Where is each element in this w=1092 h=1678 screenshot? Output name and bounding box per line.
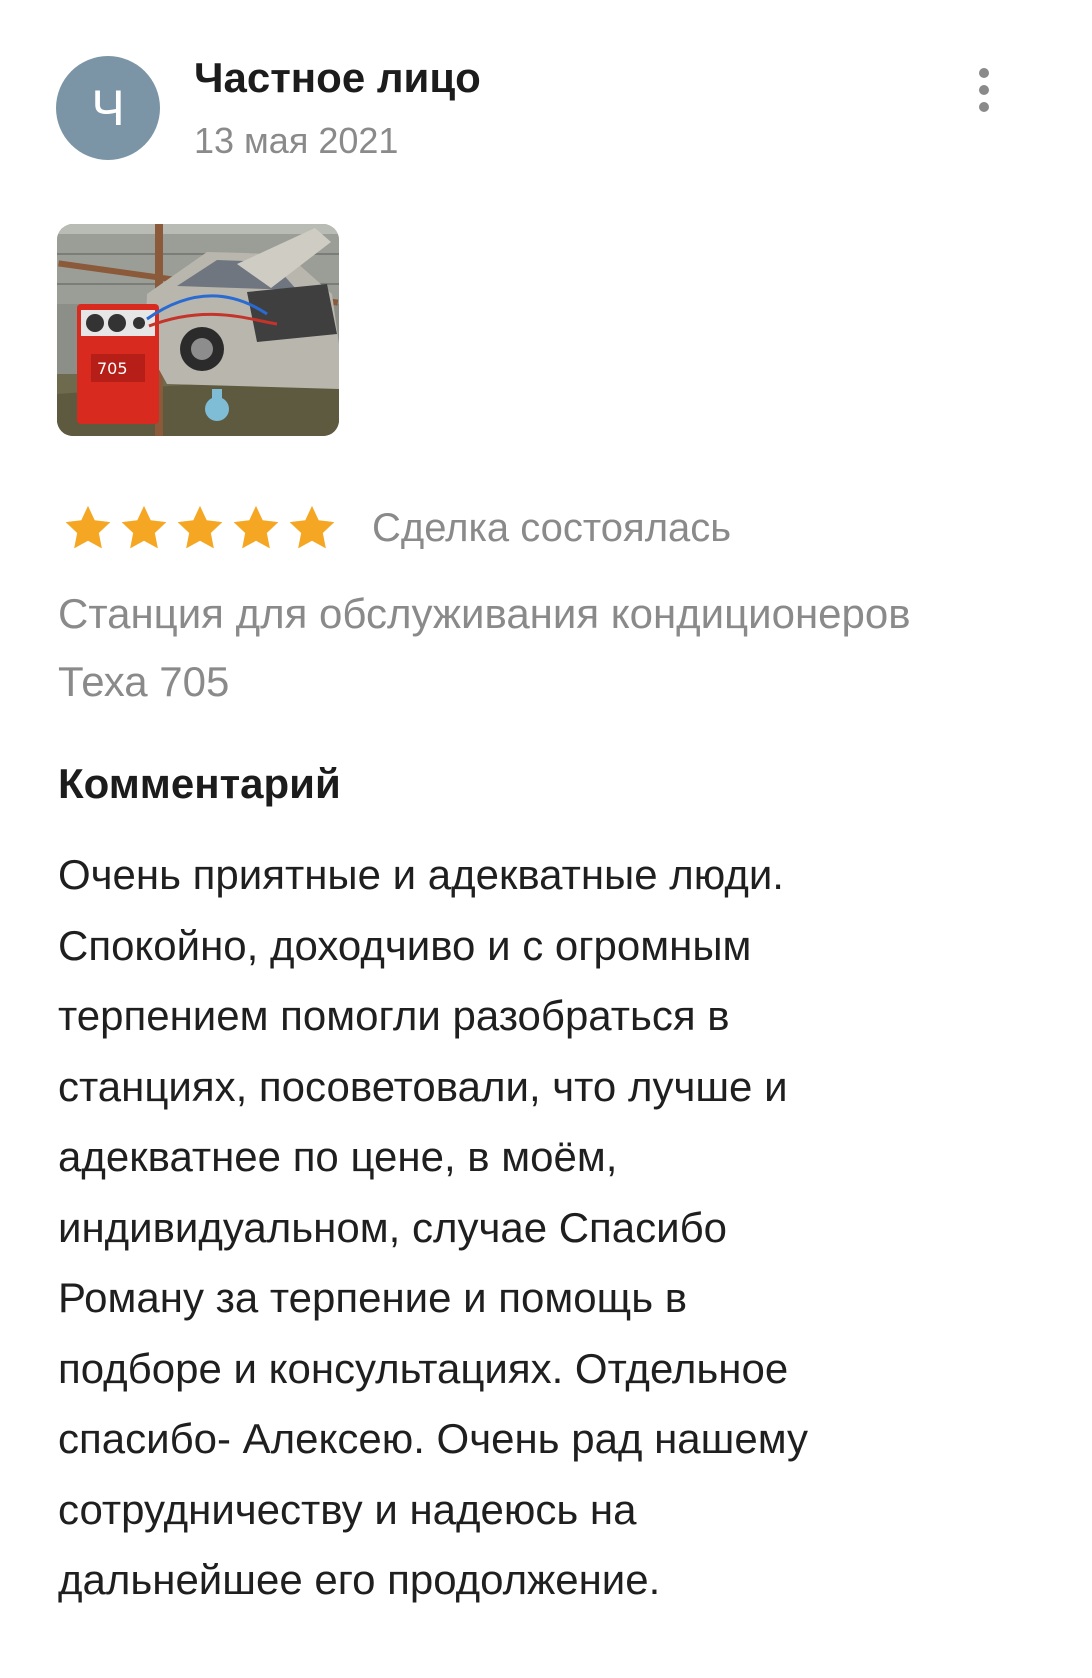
star-icon (65, 505, 111, 549)
deal-status: Сделка состоялась (372, 505, 732, 550)
review-date: 13 мая 2021 (194, 120, 399, 161)
comment-line: Роману за терпение и помощь в (58, 1274, 688, 1321)
avatar: Ч (56, 56, 160, 160)
avatar-letter: Ч (91, 80, 125, 136)
comment-text: Очень приятные и адекватные люди. Спокойн… (58, 840, 1048, 1616)
comment-line: подборе и консультациях. Отдельное (58, 1344, 789, 1392)
menu-dot (979, 68, 989, 78)
svg-text:705: 705 (97, 359, 128, 378)
review-photo-image: 705 (57, 224, 339, 436)
comment-heading: Комментарий (58, 760, 341, 807)
author-name[interactable]: Частное лицо (194, 54, 481, 102)
product-name[interactable]: Станция для обслуживания кондиционеров Т… (58, 580, 958, 716)
comment-line: терпением помогли разобраться в (58, 992, 730, 1039)
rating-stars (62, 502, 338, 554)
star-icon (121, 505, 167, 549)
menu-dot (979, 102, 989, 112)
comment-line: адекватнее по цене, в моём, (58, 1133, 618, 1180)
review-card: Ч Частное лицо 13 мая 2021 705 Сделка со… (0, 0, 1092, 1678)
star-icon (177, 505, 223, 549)
star-icon (233, 505, 279, 549)
comment-line: спасибо- Алексею. Очень рад нашему (58, 1415, 809, 1462)
rating-row: Сделка состоялась (62, 500, 731, 556)
comment-line: сотрудничеству и надеюсь на (58, 1485, 637, 1533)
comment-line: станциях, посоветовали, что лучше и (58, 1062, 788, 1110)
comment-line: индивидуальном, случае Спасибо (58, 1203, 728, 1251)
more-vertical-icon[interactable] (966, 58, 1002, 122)
comment-line: Спокойно, доходчиво и с огромным (58, 921, 752, 969)
comment-line: Очень приятные и адекватные люди. (58, 851, 784, 898)
menu-dot (979, 85, 989, 95)
comment-line: дальнейшее его продолжение. (58, 1556, 661, 1603)
review-photo[interactable]: 705 (57, 224, 339, 436)
star-icon (289, 505, 335, 549)
